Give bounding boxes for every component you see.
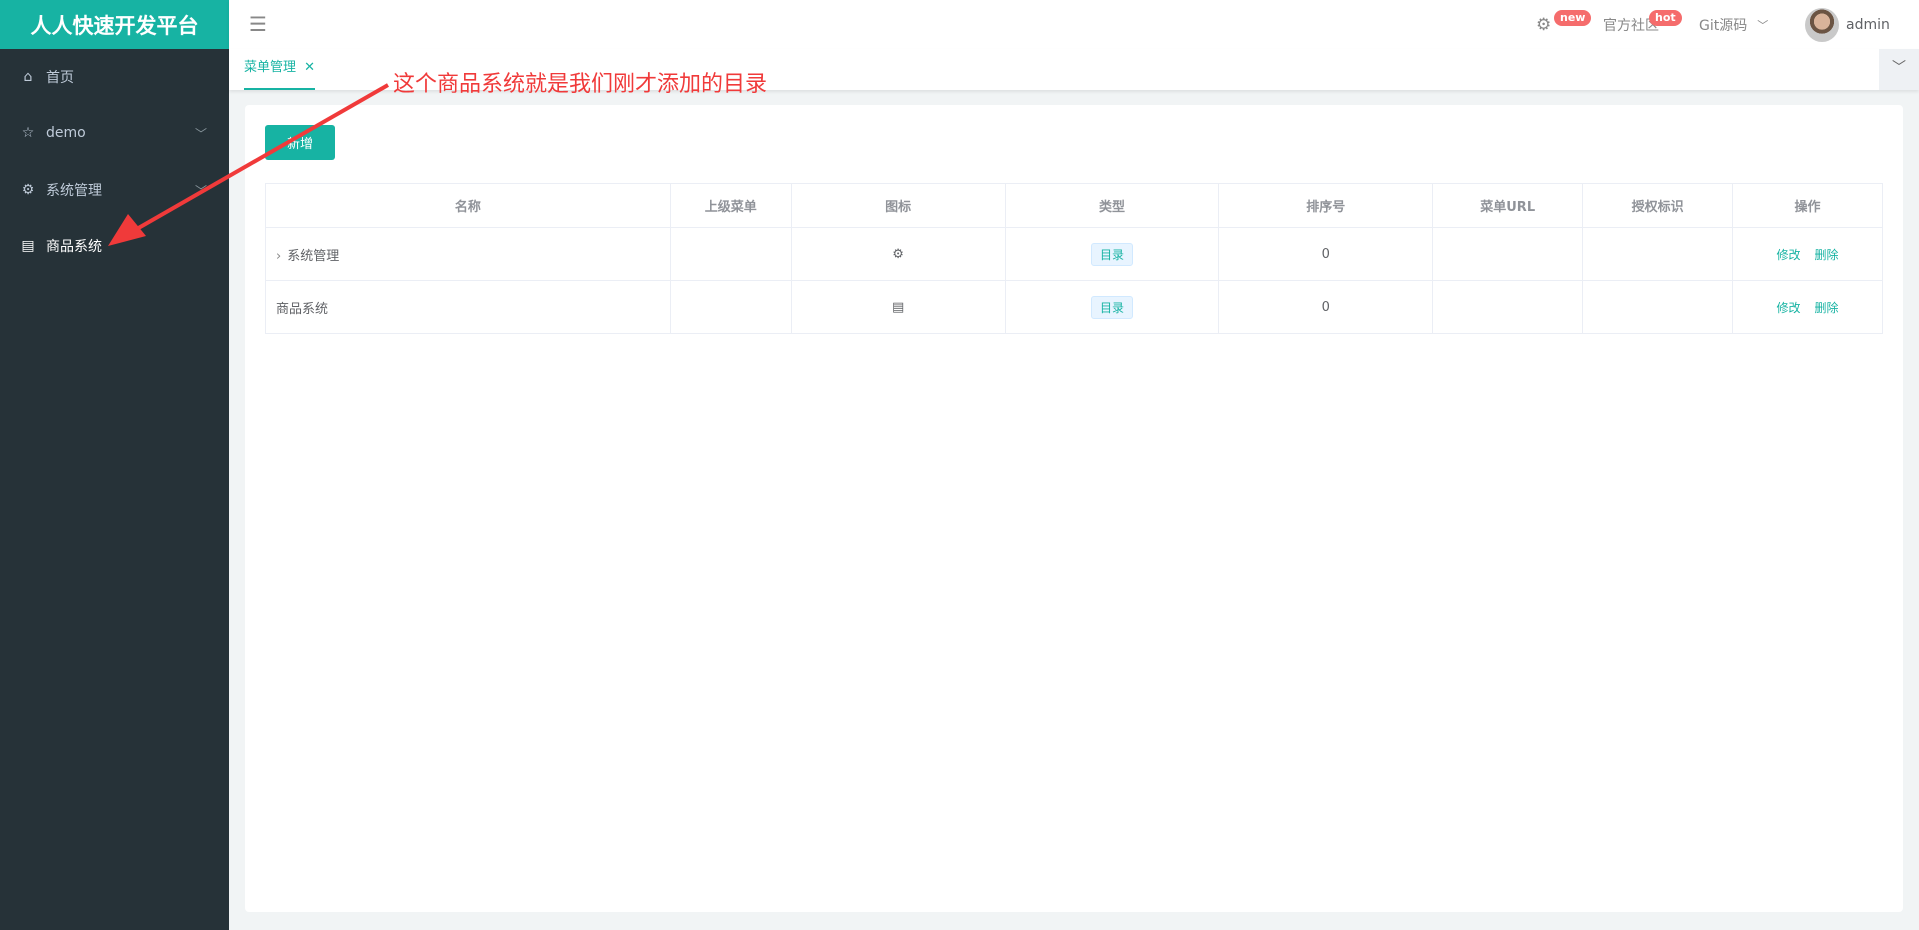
annotation-arrow (108, 83, 389, 246)
arrow-head (108, 214, 146, 246)
arrow-line (134, 83, 389, 232)
